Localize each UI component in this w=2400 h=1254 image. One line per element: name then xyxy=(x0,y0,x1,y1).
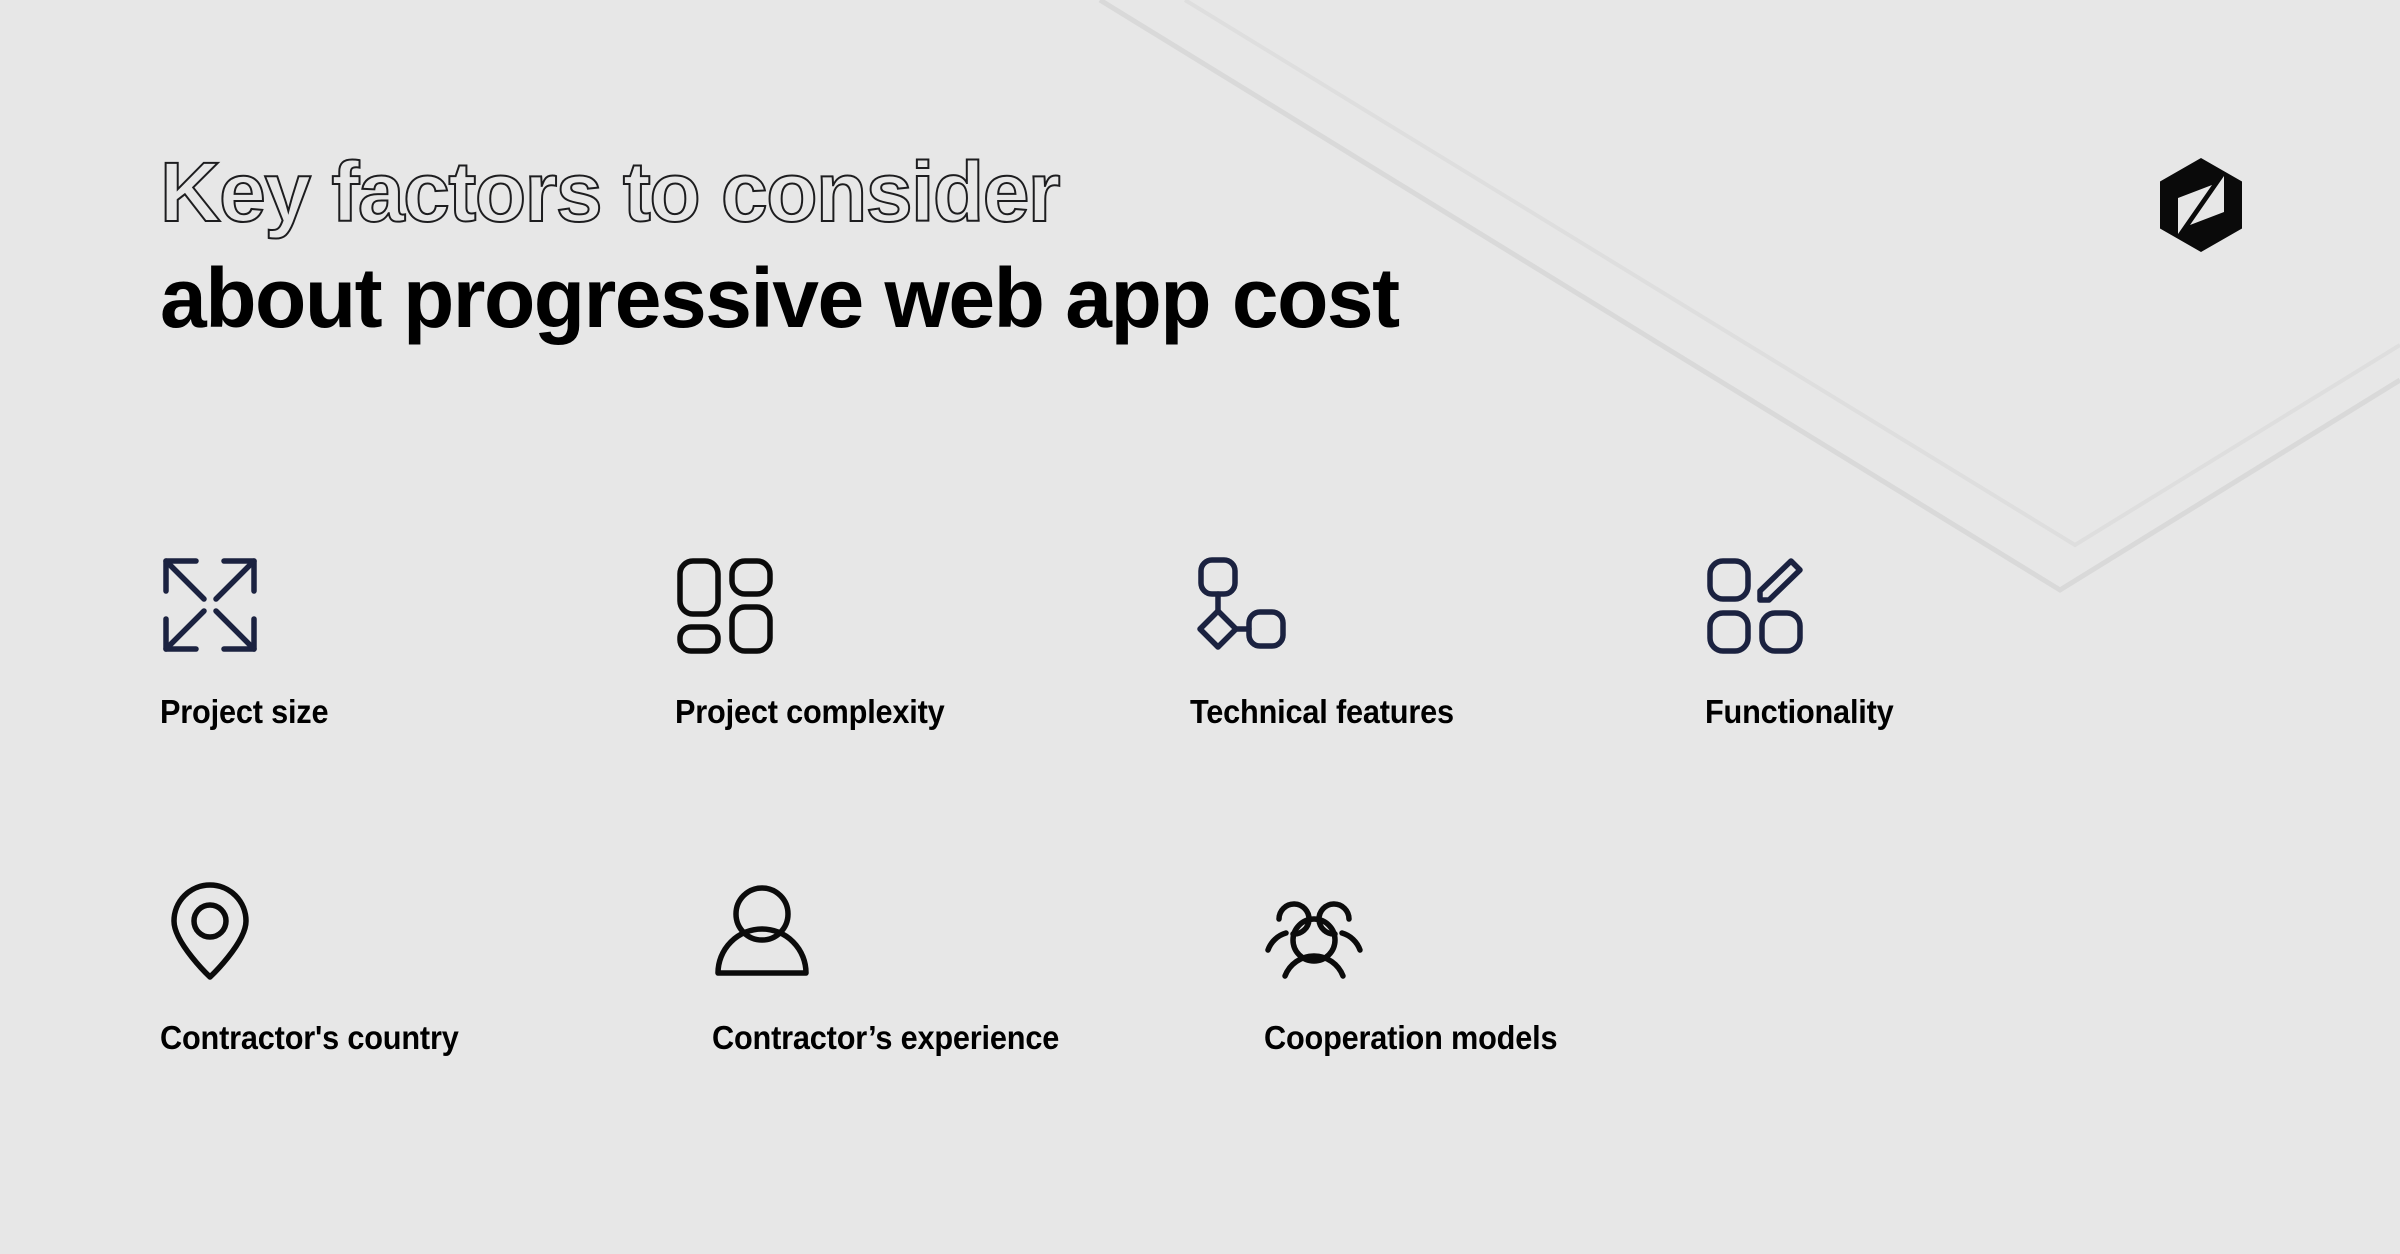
factor-label: Contractor’s experience xyxy=(712,1019,1060,1056)
factor-label: Contractor's country xyxy=(160,1019,459,1056)
heading-block: Key factors to consider about progressiv… xyxy=(159,145,1400,345)
page-title-outline: Key factors to consider xyxy=(159,145,1062,239)
factor-contractors-experience[interactable]: Contractor’s experience xyxy=(712,881,1264,1057)
users-group-icon xyxy=(1264,881,1384,991)
page-title-solid: about progressive web app cost xyxy=(160,251,1400,345)
factor-contractors-country[interactable]: Contractor's country xyxy=(160,881,712,1057)
factor-project-complexity[interactable]: Project complexity xyxy=(675,555,1190,731)
logo-hexagon-path xyxy=(2160,158,2242,252)
user-icon xyxy=(712,881,832,991)
hexagon-bolt-logo xyxy=(2160,158,2242,252)
node-graph-icon xyxy=(1190,555,1310,665)
factor-label: Technical features xyxy=(1190,693,1454,730)
factor-project-size[interactable]: Project size xyxy=(160,555,675,731)
map-pin-icon xyxy=(160,881,280,991)
factor-functionality[interactable]: Functionality xyxy=(1705,555,2220,731)
factor-technical-features[interactable]: Technical features xyxy=(1190,555,1705,731)
factor-label: Project size xyxy=(160,693,329,730)
factor-label: Functionality xyxy=(1705,693,1894,730)
factors-row-2: Contractor's country Contractor’s experi… xyxy=(160,881,2220,1057)
expand-arrows-icon xyxy=(160,555,280,665)
factor-cooperation-models[interactable]: Cooperation models xyxy=(1264,881,1816,1057)
blocks-pencil-icon xyxy=(1705,555,1825,665)
slide-canvas: Key factors to consider about progressiv… xyxy=(0,0,2400,1254)
factors-row-1: Project size Project complexity Technica… xyxy=(160,555,2220,731)
layout-blocks-icon xyxy=(675,555,795,665)
factor-label: Project complexity xyxy=(675,693,945,730)
factors-grid: Project size Project complexity Technica… xyxy=(160,555,2220,1057)
factor-label: Cooperation models xyxy=(1264,1019,1558,1056)
